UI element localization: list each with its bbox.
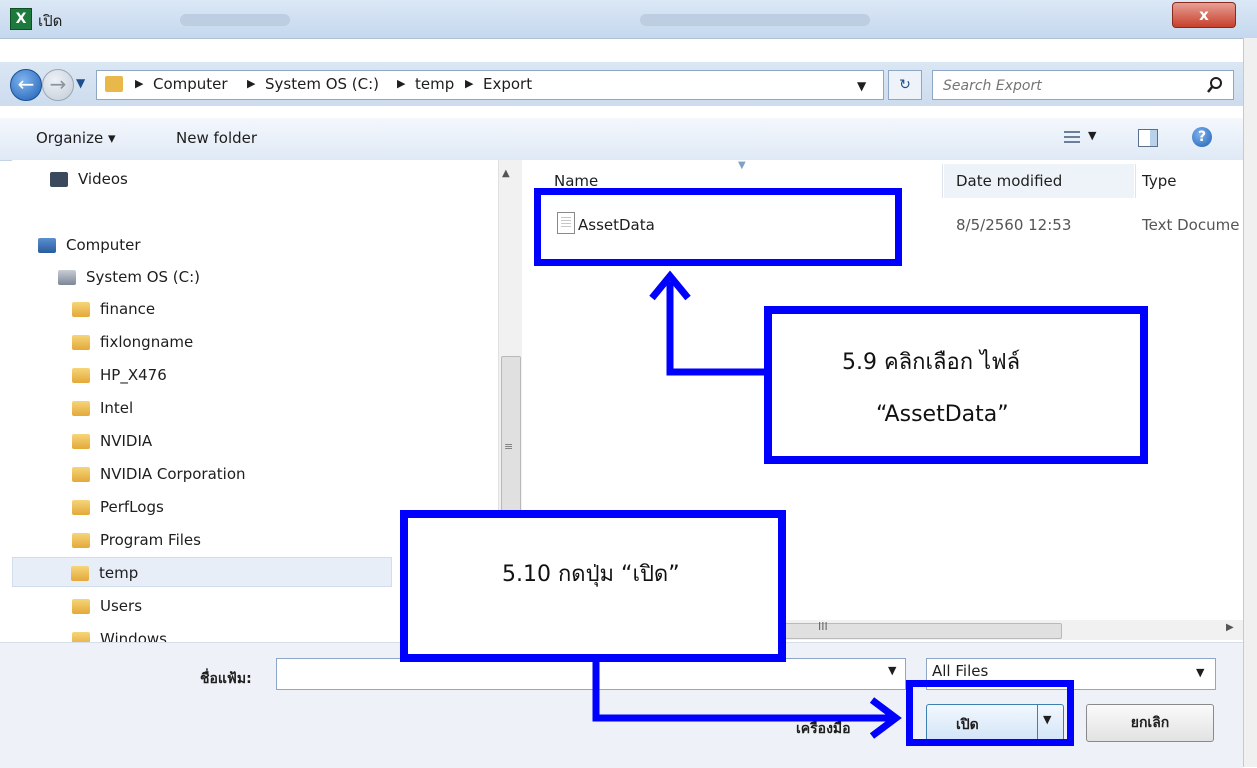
callout-step-5-10: 5.10 กดปุ่ม “เปิด” (400, 510, 786, 662)
callout-step-5-9-line1: 5.9 คลิกเลือก ไฟล์ (842, 350, 1021, 375)
arrow-right-line (592, 660, 890, 722)
callout-step-5-9: 5.9 คลิกเลือก ไฟล์ “AssetData” (764, 306, 1148, 464)
callout-step-5-10-text: 5.10 กดปุ่ม “เปิด” (502, 562, 680, 587)
callout-step-5-9-line2: “AssetData” (876, 402, 1009, 427)
